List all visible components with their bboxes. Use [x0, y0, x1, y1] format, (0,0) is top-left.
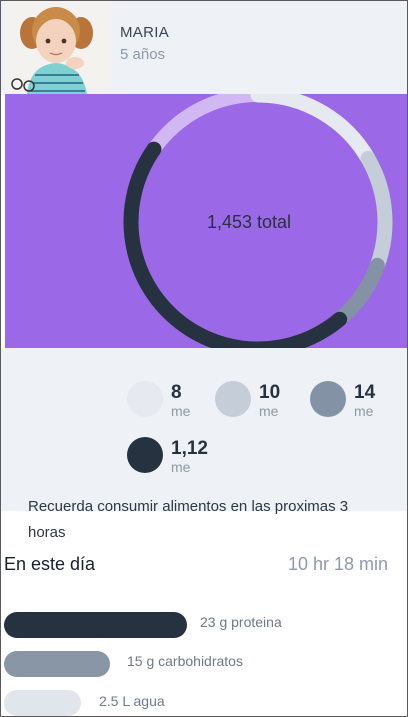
protein-bar — [4, 612, 187, 638]
stat-item[interactable]: 8 me — [127, 381, 227, 425]
day-section-title: En este día — [4, 554, 96, 574]
stat-item[interactable]: 14 me — [310, 381, 407, 425]
donut-segment-lightgray — [360, 151, 393, 273]
stat-item[interactable]: 1,12 me — [127, 437, 227, 481]
stat-value: 8 — [171, 382, 182, 403]
chart-panel: 1,453 total — [5, 94, 407, 348]
water-label: 2.5 L agua — [99, 693, 165, 709]
donut-chart: 1,453 total — [123, 94, 393, 348]
stat-color-dot — [127, 381, 163, 417]
profile-header: MARIA 5 años — [1, 1, 407, 94]
stat-unit: me — [171, 459, 191, 475]
stat-value: 10 — [259, 382, 281, 403]
stat-color-dot — [310, 381, 346, 417]
donut-center-label: 1,453 total — [207, 212, 291, 232]
donut-segment-dark — [123, 141, 348, 348]
profile-age: 5 años — [120, 46, 166, 63]
carbs-bar — [4, 651, 110, 677]
water-bar — [4, 690, 81, 716]
stat-unit: me — [354, 403, 374, 419]
app-screen: MARIA 5 años 1,453 total 8 me 10 me 14 m… — [0, 0, 408, 717]
avatar[interactable] — [5, 1, 111, 94]
stat-unit: me — [259, 403, 279, 419]
stats-panel: 8 me 10 me 14 me 1,12 me — [1, 348, 407, 511]
protein-label: 23 g proteina — [200, 614, 282, 630]
day-time: 10 hr 18 min — [288, 554, 389, 574]
child-photo — [5, 1, 111, 94]
stat-value: 14 — [354, 382, 376, 403]
profile-name: MARIA — [120, 24, 170, 41]
stat-color-dot — [127, 437, 163, 473]
carbs-label: 15 g carbohidratos — [127, 653, 243, 669]
stat-item[interactable]: 10 me — [215, 381, 315, 425]
stat-unit: me — [171, 403, 191, 419]
stat-color-dot — [215, 381, 251, 417]
reminder-text: Recuerda consumir alimentos en las proxi… — [28, 498, 349, 541]
donut-segment-gray — [332, 257, 385, 327]
donut-segment-light — [250, 94, 376, 166]
stat-value: 1,12 — [171, 438, 208, 459]
